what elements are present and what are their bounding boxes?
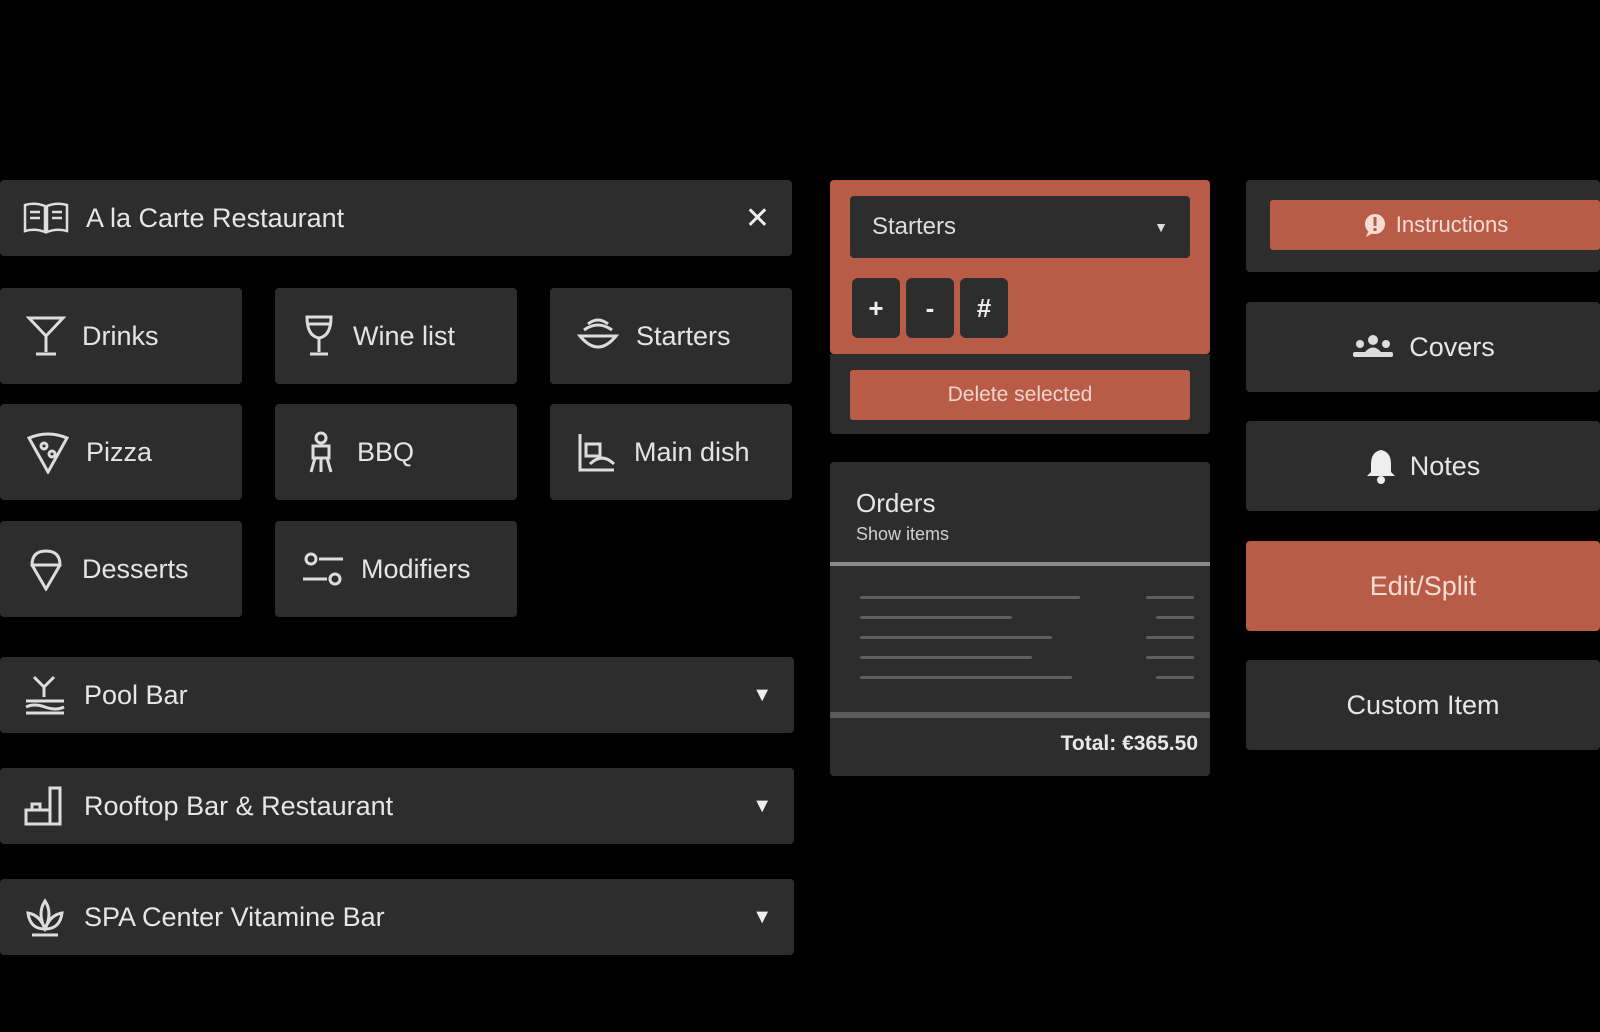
category-label: Starters <box>636 320 731 351</box>
pizza-icon <box>26 430 70 474</box>
orders-title: Orders <box>856 488 936 518</box>
instructions-panel: Instructions <box>1246 180 1600 272</box>
category-main-dish[interactable]: Main dish <box>550 404 792 500</box>
notes-button[interactable]: Notes <box>1246 421 1600 511</box>
bbq-icon <box>301 430 341 474</box>
ice-cream-icon <box>26 547 66 591</box>
category-pizza[interactable]: Pizza <box>0 404 242 500</box>
qty-set-button[interactable]: # <box>960 278 1008 338</box>
order-line-placeholder <box>860 616 1012 619</box>
sliders-icon <box>301 549 345 589</box>
order-line-placeholder <box>1146 636 1194 639</box>
orders-divider <box>830 562 1210 566</box>
course-selected-value: Starters <box>872 213 957 240</box>
cocktail-icon <box>26 314 66 358</box>
outlet-row-pool-bar[interactable]: Pool Bar ▼ <box>0 657 794 733</box>
edit-split-label: Edit/Split <box>1369 570 1477 601</box>
notes-label: Notes <box>1409 450 1481 481</box>
outlet-row-rooftop[interactable]: Rooftop Bar & Restaurant ▼ <box>0 768 794 844</box>
category-modifiers[interactable]: Modifiers <box>275 521 517 617</box>
main-dish-icon <box>576 430 618 474</box>
chat-alert-icon <box>1362 212 1388 238</box>
lotus-icon <box>22 895 68 939</box>
close-icon[interactable]: ✕ <box>745 201 770 236</box>
outlet-label: Rooftop Bar & Restaurant <box>84 790 394 821</box>
category-label: Desserts <box>82 553 189 584</box>
menu-book-icon <box>22 200 70 236</box>
category-label: Drinks <box>82 320 159 351</box>
covers-button[interactable]: Covers <box>1246 302 1600 392</box>
chevron-down-icon[interactable]: ▼ <box>752 906 772 929</box>
people-icon <box>1351 333 1395 361</box>
category-label: Wine list <box>353 320 456 351</box>
covers-label: Covers <box>1409 331 1495 362</box>
category-label: Pizza <box>86 436 153 467</box>
bell-icon <box>1366 448 1396 484</box>
edit-split-button[interactable]: Edit/Split <box>1246 541 1600 631</box>
order-line-placeholder <box>1146 656 1194 659</box>
delete-panel: Delete selected <box>830 354 1210 434</box>
instructions-label: Instructions <box>1395 212 1509 237</box>
outlet-label: SPA Center Vitamine Bar <box>84 901 385 932</box>
outlet-title: A la Carte Restaurant <box>86 202 345 233</box>
course-select[interactable]: Starters ▼ <box>850 196 1190 258</box>
wine-glass-icon <box>301 314 337 358</box>
show-items-link[interactable]: Show items <box>856 524 949 545</box>
order-line-placeholder <box>1146 596 1194 599</box>
starter-bowl-icon <box>576 314 620 358</box>
order-line-placeholder <box>860 656 1032 659</box>
category-bbq[interactable]: BBQ <box>275 404 517 500</box>
order-line-placeholder <box>860 676 1072 679</box>
category-label: Modifiers <box>361 553 471 584</box>
qty-minus-button[interactable]: - <box>906 278 954 338</box>
delete-selected-button[interactable]: Delete selected <box>850 370 1190 420</box>
orders-footer-divider <box>830 712 1210 718</box>
order-line-placeholder <box>860 636 1052 639</box>
custom-item-button[interactable]: Custom Item <box>1246 660 1600 750</box>
order-line-placeholder <box>1156 676 1194 679</box>
rooftop-icon <box>22 784 68 828</box>
chevron-down-icon[interactable]: ▼ <box>752 795 772 818</box>
category-wine-list[interactable]: Wine list <box>275 288 517 384</box>
orders-panel: Orders Show items Total: €365.50 <box>830 462 1210 776</box>
category-label: Main dish <box>634 436 750 467</box>
outlet-header: A la Carte Restaurant ✕ <box>0 180 792 256</box>
outlet-label: Pool Bar <box>84 679 188 710</box>
outlet-row-spa[interactable]: SPA Center Vitamine Bar ▼ <box>0 879 794 955</box>
order-line-placeholder <box>1156 616 1194 619</box>
category-drinks[interactable]: Drinks <box>0 288 242 384</box>
category-desserts[interactable]: Desserts <box>0 521 242 617</box>
order-line-placeholder <box>860 596 1080 599</box>
pool-icon <box>22 673 68 717</box>
instructions-button[interactable]: Instructions <box>1270 200 1600 250</box>
qty-plus-button[interactable]: + <box>852 278 900 338</box>
custom-item-label: Custom Item <box>1346 689 1500 720</box>
caret-down-icon: ▼ <box>1154 219 1168 235</box>
chevron-down-icon[interactable]: ▼ <box>752 684 772 707</box>
category-starters[interactable]: Starters <box>550 288 792 384</box>
course-panel: Starters ▼ + - # <box>830 180 1210 354</box>
orders-total: Total: €365.50 <box>1060 732 1198 755</box>
category-label: BBQ <box>357 436 415 467</box>
